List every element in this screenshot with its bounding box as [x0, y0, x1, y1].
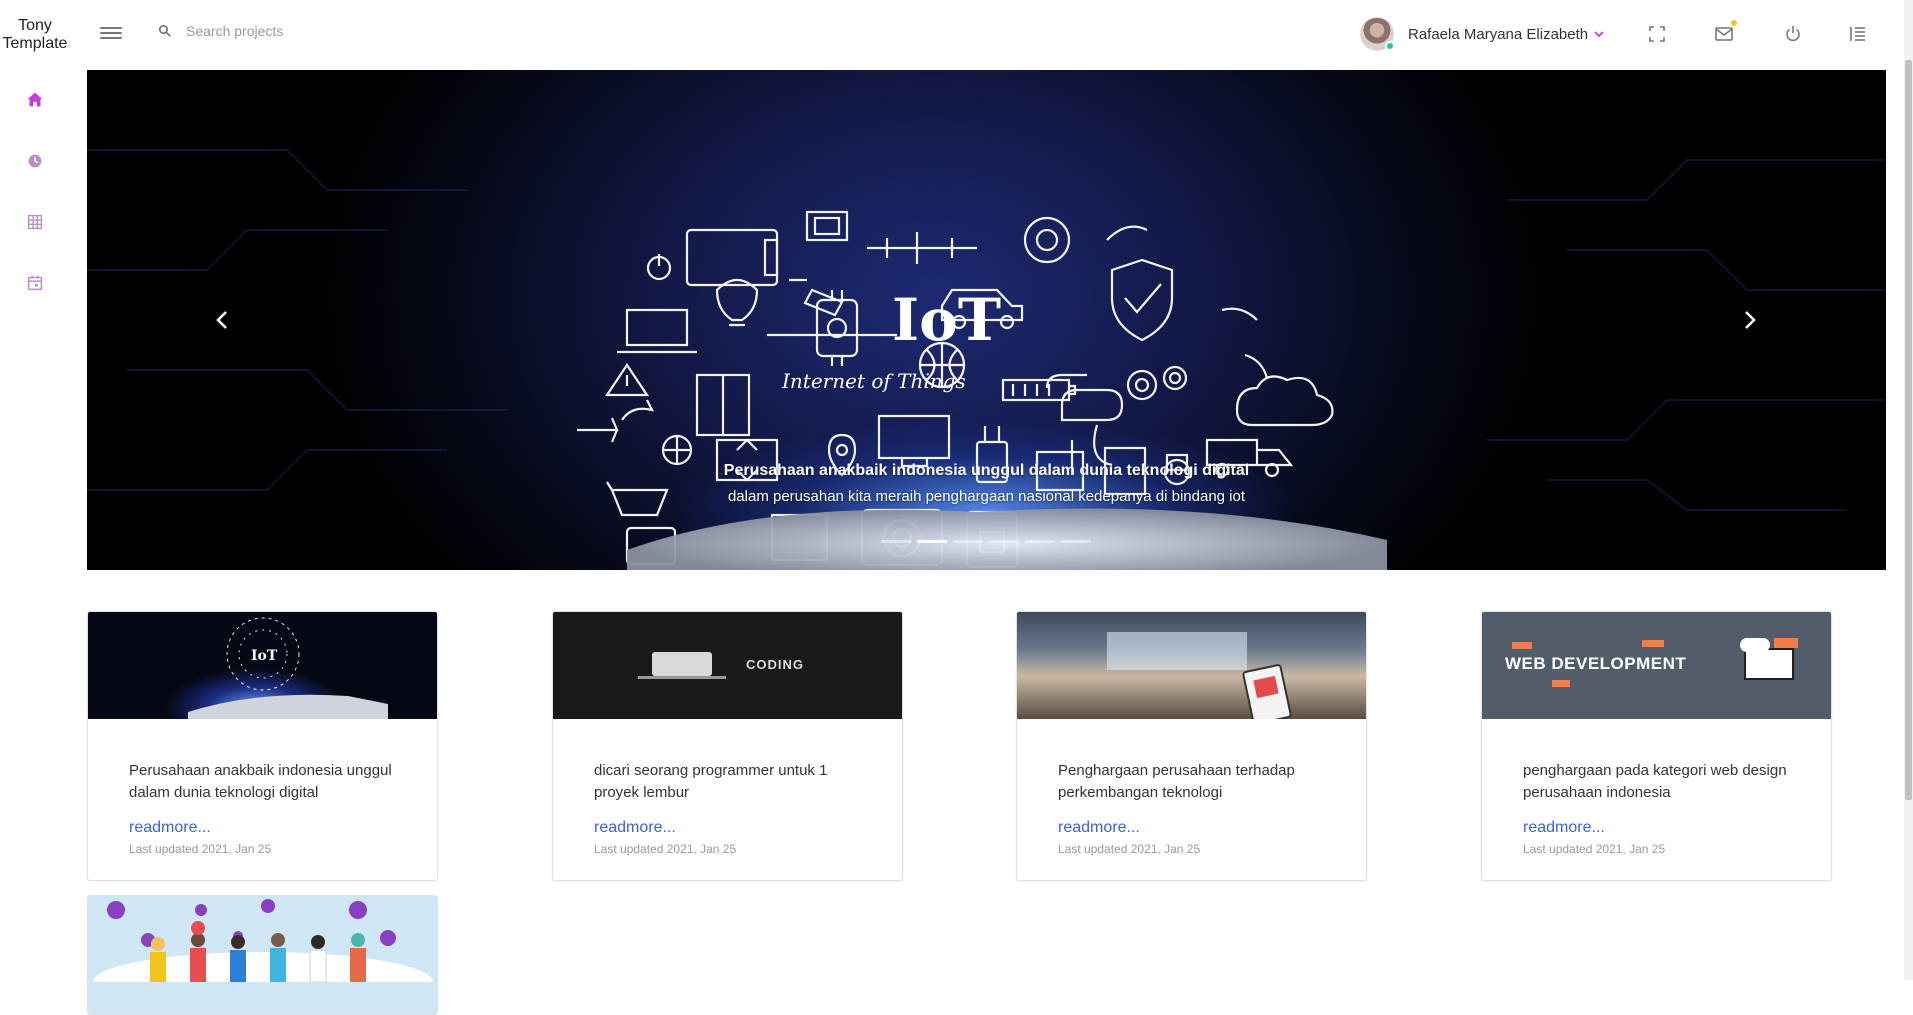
sidebar	[0, 69, 70, 980]
card-title: penghargaan pada kategori web design per…	[1523, 760, 1803, 804]
tag-orange	[1774, 638, 1798, 648]
carousel-indicator[interactable]	[989, 540, 1019, 543]
power-icon[interactable]	[1783, 24, 1803, 44]
user-name: Rafaela Maryana Elizabeth	[1408, 26, 1588, 43]
news-card: CODING dicari seorang programmer untuk 1…	[552, 611, 903, 881]
brand-logo[interactable]: TonyTemplate	[0, 0, 70, 69]
avatar	[1360, 17, 1394, 51]
search-input[interactable]	[186, 23, 446, 39]
card-image-health	[88, 896, 438, 982]
carousel-indicator-active[interactable]	[917, 540, 947, 543]
news-card: IoT Perusahaan anakbaik indonesia unggul…	[87, 611, 438, 881]
notification-dot	[1731, 20, 1737, 26]
chevron-down-icon	[1594, 29, 1604, 39]
card-updated: Last updated 2021, Jan 25	[594, 842, 736, 856]
fullscreen-icon[interactable]	[1647, 24, 1667, 44]
tag-orange	[1552, 680, 1570, 687]
online-status-dot	[1385, 41, 1395, 51]
tag-orange	[1512, 642, 1532, 649]
carousel-indicators	[881, 540, 1091, 543]
card-title: Penghargaan perusahaan terhadap perkemba…	[1058, 760, 1338, 804]
card-image-text: CODING	[746, 657, 804, 672]
search-icon	[156, 22, 174, 40]
clock-icon[interactable]	[24, 150, 46, 172]
carousel-prev-chevron-icon[interactable]	[207, 305, 237, 335]
hero-carousel: IoT Internet of Things Perusahaan anakba…	[87, 70, 1886, 570]
search-bar	[156, 22, 446, 40]
news-card: WEB DEVELOPMENT penghargaan pada kategor…	[1481, 611, 1832, 881]
iot-art-subtitle: Internet of Things	[781, 369, 966, 393]
news-card: Penghargaan perusahaan terhadap perkemba…	[1016, 611, 1367, 881]
card-image-text: WEB DEVELOPMENT	[1505, 654, 1686, 674]
card-image-iot: IoT	[88, 612, 437, 719]
iot-art-title: IoT	[892, 286, 1001, 354]
card-updated: Last updated 2021, Jan 25	[1523, 842, 1665, 856]
monitor-shape	[1744, 648, 1794, 680]
brand-line-2: Template	[3, 35, 68, 53]
mail-icon	[1714, 24, 1734, 44]
card-updated: Last updated 2021, Jan 25	[1058, 842, 1200, 856]
list-settings-icon[interactable]	[1847, 24, 1867, 44]
table-icon[interactable]	[24, 211, 46, 233]
brand-line-1: Tony	[3, 17, 68, 35]
hamburger-menu-icon[interactable]	[100, 24, 122, 42]
card-image-smart-home	[1017, 612, 1366, 719]
card-image-coding: CODING	[553, 612, 902, 719]
card-updated: Last updated 2021, Jan 25	[129, 842, 271, 856]
user-menu[interactable]: Rafaela Maryana Elizabeth	[1360, 17, 1604, 51]
laptop-shape	[652, 652, 712, 676]
card-title: dicari seorang programmer untuk 1 proyek…	[594, 760, 874, 804]
news-card-partial	[87, 895, 438, 1015]
page-scrollbar[interactable]	[1904, 0, 1913, 980]
readmore-link[interactable]: readmore...	[129, 819, 211, 837]
readmore-link[interactable]: readmore...	[1058, 819, 1140, 837]
scrollbar-thumb[interactable]	[1905, 60, 1912, 800]
card-title: Perusahaan anakbaik indonesia unggul dal…	[129, 760, 409, 804]
card-art-title: IoT	[251, 648, 278, 664]
carousel-indicator[interactable]	[953, 540, 983, 543]
carousel-indicator[interactable]	[881, 540, 911, 543]
cloud-shape	[1740, 638, 1770, 652]
window-light	[1107, 632, 1247, 670]
carousel-caption-title: Perusahaan anakbaik indonesia unggul dal…	[87, 462, 1886, 480]
carousel-caption: Perusahaan anakbaik indonesia unggul dal…	[87, 462, 1886, 505]
readmore-link[interactable]: readmore...	[1523, 819, 1605, 837]
carousel-indicator[interactable]	[1025, 540, 1055, 543]
carousel-indicator[interactable]	[1061, 540, 1091, 543]
laptop-base	[638, 676, 726, 679]
home-icon[interactable]	[24, 89, 46, 111]
readmore-link[interactable]: readmore...	[594, 819, 676, 837]
card-image-web-development: WEB DEVELOPMENT	[1482, 612, 1831, 719]
top-navbar: Rafaela Maryana Elizabeth	[70, 0, 1913, 69]
carousel-next-chevron-icon[interactable]	[1735, 305, 1765, 335]
carousel-caption-text: dalam perusahan kita meraih penghargaan …	[87, 488, 1886, 505]
mail-button[interactable]	[1714, 24, 1734, 44]
calendar-icon[interactable]	[24, 272, 46, 294]
tag-orange	[1642, 640, 1664, 647]
